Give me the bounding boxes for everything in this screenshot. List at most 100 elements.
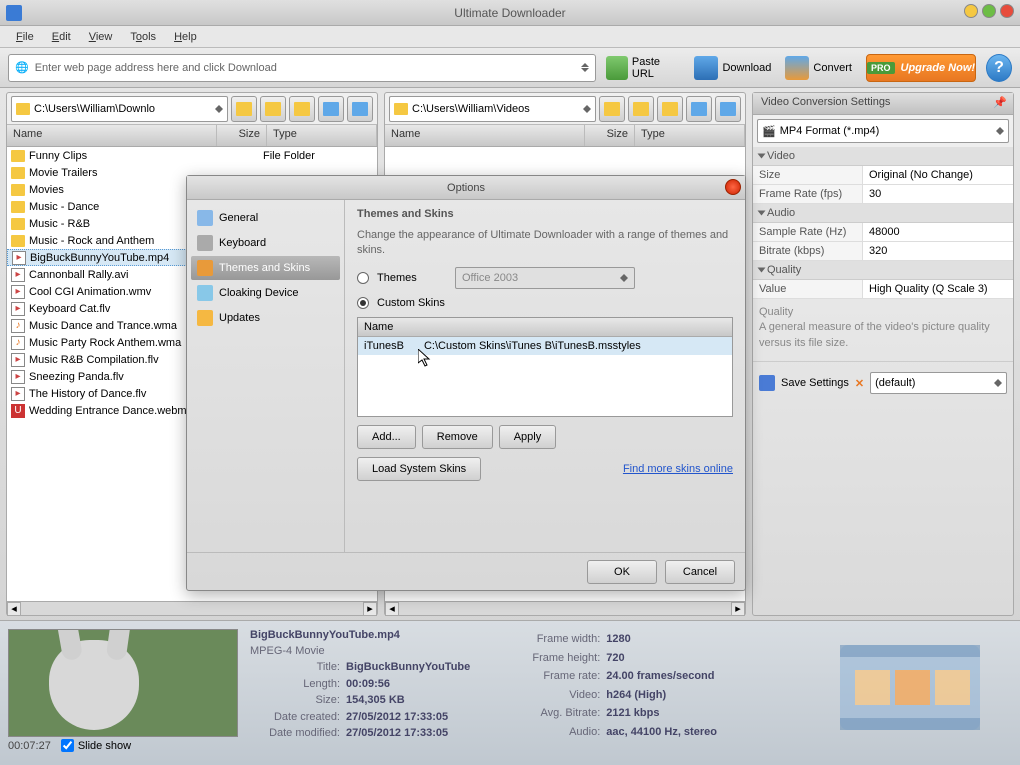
- mid-path-dropdown[interactable]: C:\Users\William\Videos: [389, 96, 596, 122]
- menu-edit[interactable]: Edit: [44, 29, 79, 45]
- nav-keyboard[interactable]: Keyboard: [191, 231, 340, 255]
- prop-quality-value[interactable]: High Quality (Q Scale 3): [863, 280, 1013, 298]
- download-button[interactable]: Download: [690, 54, 775, 82]
- col-type[interactable]: Type: [635, 125, 745, 146]
- delete-preset-icon[interactable]: ✕: [855, 377, 864, 390]
- col-name[interactable]: Name: [7, 125, 217, 146]
- meta-value: 00:09:56: [346, 676, 390, 693]
- video-icon: ▸: [11, 353, 25, 367]
- scroll-left-icon[interactable]: ◂: [7, 602, 21, 616]
- prop-bitrate-value[interactable]: 320: [863, 242, 1013, 260]
- remove-button[interactable]: Remove: [422, 425, 493, 449]
- mid-back-button[interactable]: [628, 96, 654, 122]
- left-view-button[interactable]: [318, 96, 344, 122]
- skins-table[interactable]: Name iTunesB C:\Custom Skins\iTunes B\iT…: [357, 317, 733, 417]
- prop-fps-label: Frame Rate (fps): [753, 185, 863, 203]
- options-dialog: Options General Keyboard Themes and Skin…: [186, 175, 746, 591]
- save-icon[interactable]: [759, 375, 775, 391]
- left-up-button[interactable]: [231, 96, 257, 122]
- left-refresh-button[interactable]: [347, 96, 373, 122]
- nav-cloaking[interactable]: Cloaking Device: [191, 281, 340, 305]
- titlebar: Ultimate Downloader: [0, 0, 1020, 26]
- mid-new-button[interactable]: [657, 96, 683, 122]
- group-audio[interactable]: Audio: [753, 204, 1013, 223]
- custom-skins-radio[interactable]: [357, 297, 369, 309]
- file-icon: U: [11, 404, 25, 418]
- file-row[interactable]: Funny ClipsFile Folder: [7, 147, 377, 164]
- ok-button[interactable]: OK: [587, 560, 657, 584]
- meta-label: Frame height:: [510, 650, 600, 667]
- themes-icon: [197, 260, 213, 276]
- paste-url-button[interactable]: Paste URL: [602, 54, 684, 82]
- mid-scrollbar[interactable]: ◂ ▸: [385, 601, 745, 615]
- mid-list-header: Name Size Type: [385, 125, 745, 147]
- upgrade-button[interactable]: PRO Upgrade Now!: [866, 54, 976, 82]
- prop-size-value[interactable]: Original (No Change): [863, 166, 1013, 184]
- mid-up-button[interactable]: [599, 96, 625, 122]
- video-icon: ▸: [12, 251, 26, 265]
- col-type[interactable]: Type: [267, 125, 377, 146]
- status-bar: 00:07:27 Slide show BigBuckBunnyYouTube.…: [0, 620, 1020, 765]
- close-button[interactable]: [1000, 4, 1014, 18]
- folder-icon: [11, 200, 25, 214]
- meta-label: Video:: [510, 687, 600, 704]
- scroll-right-icon[interactable]: ▸: [363, 602, 377, 616]
- convert-button[interactable]: Convert: [781, 54, 856, 82]
- left-path-dropdown[interactable]: C:\Users\William\Downlo: [11, 96, 228, 122]
- nav-updates[interactable]: Updates: [191, 306, 340, 330]
- menu-view[interactable]: View: [81, 29, 121, 45]
- cloaking-icon: [197, 285, 213, 301]
- group-video[interactable]: Video: [753, 147, 1013, 166]
- theme-dropdown[interactable]: Office 2003: [455, 267, 635, 289]
- prop-sample-value[interactable]: 48000: [863, 223, 1013, 241]
- folder-icon: [11, 217, 25, 231]
- meta-value: BigBuckBunnyYouTube: [346, 659, 470, 676]
- nav-general[interactable]: General: [191, 206, 340, 230]
- updates-icon: [197, 310, 213, 326]
- minimize-button[interactable]: [964, 4, 978, 18]
- window-title: Ultimate Downloader: [454, 6, 565, 20]
- prop-bitrate-label: Bitrate (kbps): [753, 242, 863, 260]
- url-input[interactable]: 🌐 Enter web page address here and click …: [8, 54, 596, 82]
- download-icon: [694, 56, 718, 80]
- load-system-skins-button[interactable]: Load System Skins: [357, 457, 481, 481]
- pin-icon[interactable]: 📌: [993, 96, 1005, 108]
- col-size[interactable]: Size: [585, 125, 635, 146]
- mid-refresh-button[interactable]: [715, 96, 741, 122]
- add-button[interactable]: Add...: [357, 425, 416, 449]
- video-icon: ▸: [11, 370, 25, 384]
- maximize-button[interactable]: [982, 4, 996, 18]
- scroll-right-icon[interactable]: ▸: [731, 602, 745, 616]
- save-settings-label[interactable]: Save Settings: [781, 377, 849, 389]
- url-placeholder: Enter web page address here and click Do…: [35, 62, 277, 74]
- preset-dropdown[interactable]: (default): [870, 372, 1007, 394]
- meta-label: Size:: [250, 692, 340, 709]
- menu-tools[interactable]: Tools: [122, 29, 164, 45]
- menu-file[interactable]: File: [8, 29, 42, 45]
- preview-thumbnail[interactable]: [8, 629, 238, 737]
- scroll-left-icon[interactable]: ◂: [385, 602, 399, 616]
- left-new-button[interactable]: [289, 96, 315, 122]
- section-title: Themes and Skins: [357, 208, 733, 220]
- prop-fps-value[interactable]: 30: [863, 185, 1013, 203]
- audio-icon: ♪: [11, 336, 25, 350]
- app-icon: [6, 5, 22, 21]
- menu-help[interactable]: Help: [166, 29, 205, 45]
- left-scrollbar[interactable]: ◂ ▸: [7, 601, 377, 615]
- col-size[interactable]: Size: [217, 125, 267, 146]
- cancel-button[interactable]: Cancel: [665, 560, 735, 584]
- themes-radio[interactable]: [357, 272, 369, 284]
- help-button[interactable]: ?: [986, 54, 1012, 82]
- find-skins-link[interactable]: Find more skins online: [623, 463, 733, 475]
- group-quality[interactable]: Quality: [753, 261, 1013, 280]
- left-back-button[interactable]: [260, 96, 286, 122]
- mid-view-button[interactable]: [686, 96, 712, 122]
- nav-themes[interactable]: Themes and Skins: [191, 256, 340, 280]
- dialog-close-button[interactable]: [725, 179, 741, 195]
- col-name[interactable]: Name: [385, 125, 585, 146]
- folder-icon: [11, 183, 25, 197]
- format-dropdown[interactable]: 🎬 MP4 Format (*.mp4): [757, 119, 1009, 143]
- apply-button[interactable]: Apply: [499, 425, 557, 449]
- slideshow-checkbox[interactable]: Slide show: [61, 739, 131, 752]
- skin-row[interactable]: iTunesB C:\Custom Skins\iTunes B\iTunesB…: [358, 337, 732, 355]
